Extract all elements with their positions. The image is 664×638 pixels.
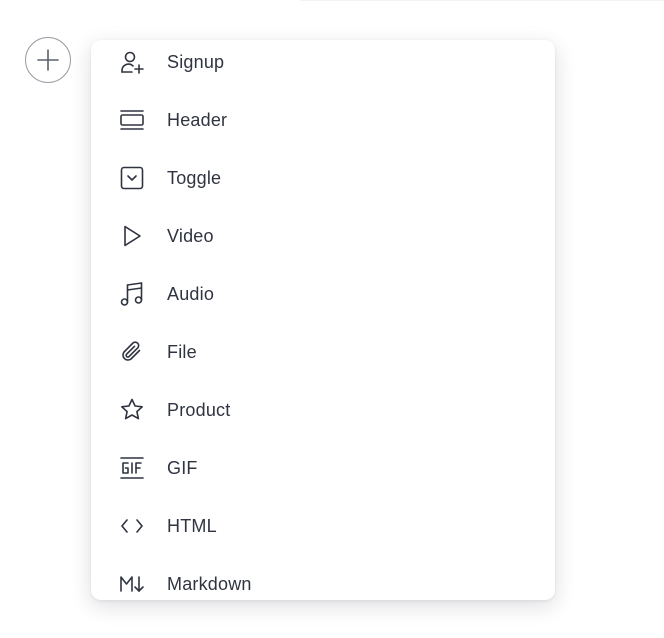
- menu-item-label: Toggle: [167, 167, 222, 188]
- menu-item-header[interactable]: Header: [91, 91, 555, 149]
- menu-item-label: Video: [167, 225, 214, 246]
- menu-item-html[interactable]: HTML: [91, 497, 555, 555]
- menu-item-file[interactable]: File: [91, 323, 555, 381]
- menu-item-label: Product: [167, 399, 231, 420]
- user-plus-icon: [118, 48, 146, 76]
- star-icon: [118, 396, 146, 424]
- play-icon: [118, 222, 146, 250]
- markdown-icon: [118, 570, 146, 598]
- menu-item-label: Audio: [167, 283, 215, 304]
- add-block-button[interactable]: [25, 37, 71, 83]
- menu-item-product[interactable]: Product: [91, 381, 555, 439]
- menu-item-signup[interactable]: Signup: [91, 40, 555, 91]
- menu-item-audio[interactable]: Audio: [91, 265, 555, 323]
- menu-item-label: Header: [167, 109, 228, 130]
- music-note-icon: [118, 280, 146, 308]
- paperclip-icon: [118, 338, 146, 366]
- menu-item-video[interactable]: Video: [91, 207, 555, 265]
- menu-item-label: Signup: [167, 51, 225, 72]
- menu-item-label: HTML: [167, 515, 217, 536]
- menu-item-label: File: [167, 341, 197, 362]
- plus-icon: [37, 49, 59, 71]
- gif-icon: [118, 454, 146, 482]
- top-divider: [300, 0, 664, 1]
- insert-block-menu: Signup Header Toggle Video Audio File Pr…: [91, 40, 555, 600]
- menu-item-toggle[interactable]: Toggle: [91, 149, 555, 207]
- menu-item-label: Markdown: [167, 573, 252, 594]
- menu-item-markdown[interactable]: Markdown: [91, 555, 555, 600]
- insert-block-list: Signup Header Toggle Video Audio File Pr…: [91, 40, 555, 600]
- menu-item-gif[interactable]: GIF: [91, 439, 555, 497]
- toggle-icon: [118, 164, 146, 192]
- header-icon: [118, 106, 146, 134]
- menu-item-label: GIF: [167, 457, 198, 478]
- code-icon: [118, 512, 146, 540]
